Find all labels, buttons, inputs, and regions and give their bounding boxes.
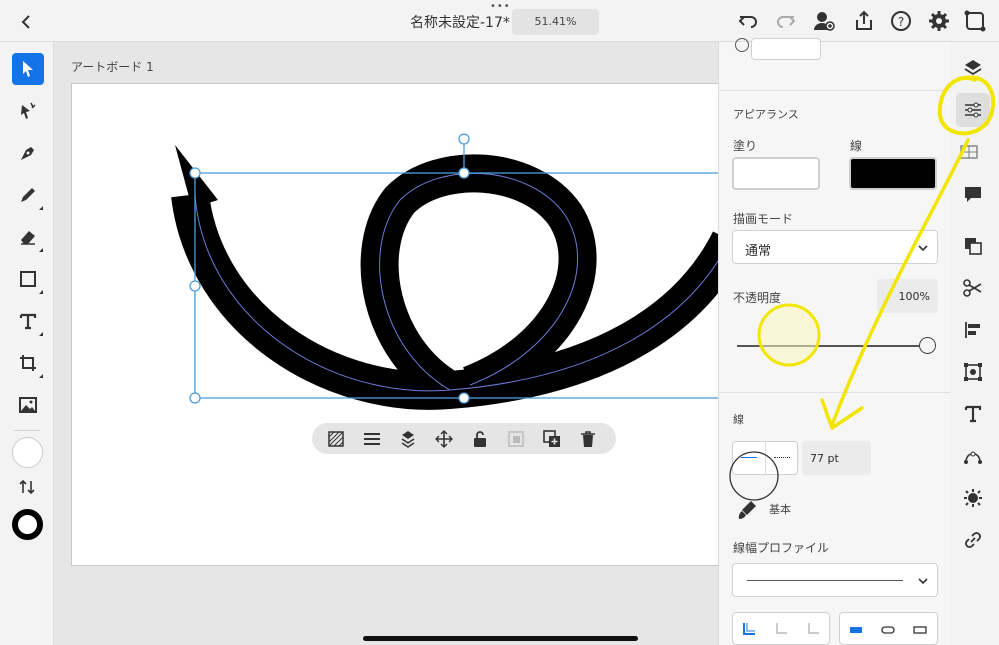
stroke-cap-group[interactable] [839, 612, 938, 645]
mask-icon[interactable] [506, 429, 526, 449]
loop-path [171, 192, 747, 410]
profile-label: 線幅プロファイル [733, 541, 830, 555]
path-icon[interactable] [962, 445, 984, 467]
opacity-field[interactable]: 100% [877, 279, 938, 313]
align-inside-icon[interactable] [741, 621, 757, 637]
home-indicator [363, 636, 638, 641]
duplicate-icon[interactable] [542, 429, 562, 449]
type-panel-icon[interactable] [962, 403, 984, 425]
comments-icon[interactable] [962, 183, 984, 205]
context-bar [312, 423, 616, 454]
pattern-icon[interactable] [326, 429, 346, 449]
loop-circle [360, 154, 597, 407]
cap-butt-icon[interactable] [848, 622, 864, 638]
fill-label: 塗り [733, 139, 758, 153]
opacity-value: 100% [898, 290, 930, 303]
properties-icon[interactable] [962, 99, 984, 121]
stroke-color-swatch[interactable] [849, 157, 937, 190]
cap-round-icon[interactable] [880, 622, 896, 638]
blend-mode-select[interactable]: 通常 [732, 230, 938, 264]
stroke-width-value: 77 pt [810, 452, 839, 465]
chevron-down-icon [918, 245, 928, 252]
stroke-width-field[interactable]: 77 pt [802, 441, 871, 475]
cap-square-icon[interactable] [912, 622, 928, 638]
properties-panel: アピアランス 塗り 線 描画モード 通常 不透明度 100% 線 77 pt 基… [718, 38, 951, 645]
trash-icon[interactable] [578, 429, 598, 449]
align-center-icon[interactable] [773, 621, 789, 637]
blend-mode-value: 通常 [745, 244, 772, 259]
transform-icon[interactable] [962, 361, 984, 383]
panel-divider [719, 90, 951, 91]
align-outside-icon[interactable] [805, 621, 821, 637]
resize-handle [189, 280, 201, 292]
stroke-label: 線 [850, 139, 863, 153]
resize-handle [458, 167, 470, 179]
lock-icon[interactable] [470, 429, 490, 449]
appearance-heading: アピアランス [733, 108, 799, 121]
rotate-handle [458, 133, 470, 145]
resize-handle [189, 392, 201, 404]
symbol-icon[interactable] [962, 487, 984, 509]
opacity-slider-track[interactable] [737, 345, 927, 347]
right-rail [950, 42, 999, 645]
stroke-align-group[interactable] [732, 612, 830, 645]
resize-handle [189, 167, 201, 179]
layers-icon[interactable] [962, 57, 984, 79]
opacity-slider-thumb[interactable] [919, 337, 936, 354]
panel-divider [719, 392, 951, 393]
selection-box [194, 172, 726, 399]
arrange-icon[interactable] [398, 429, 418, 449]
menu-icon[interactable] [362, 429, 382, 449]
partial-field[interactable] [751, 38, 821, 60]
brush-label: 基本 [769, 503, 791, 516]
opacity-label: 不透明度 [733, 291, 782, 305]
move-icon[interactable] [434, 429, 454, 449]
blend-mode-label: 描画モード [733, 212, 794, 226]
stroke-section-label: 線 [733, 413, 744, 426]
align-icon[interactable] [962, 319, 984, 341]
pathfinder-icon[interactable] [962, 235, 984, 257]
rotate-icon [735, 38, 749, 52]
profile-select[interactable] [732, 563, 938, 597]
link-icon[interactable] [962, 529, 984, 551]
scissors-icon[interactable] [962, 277, 984, 299]
illustrator-window: ••• 名称未設定-17* 51.41% ? アートボード 1 アピアランス 塗… [0, 0, 999, 645]
fill-color-swatch[interactable] [732, 157, 820, 190]
resize-handle [458, 392, 470, 404]
grid-icon[interactable] [958, 144, 980, 160]
brush-icon[interactable] [733, 496, 761, 524]
stroke-style-selector[interactable] [732, 441, 798, 475]
chevron-down-icon [918, 578, 928, 585]
